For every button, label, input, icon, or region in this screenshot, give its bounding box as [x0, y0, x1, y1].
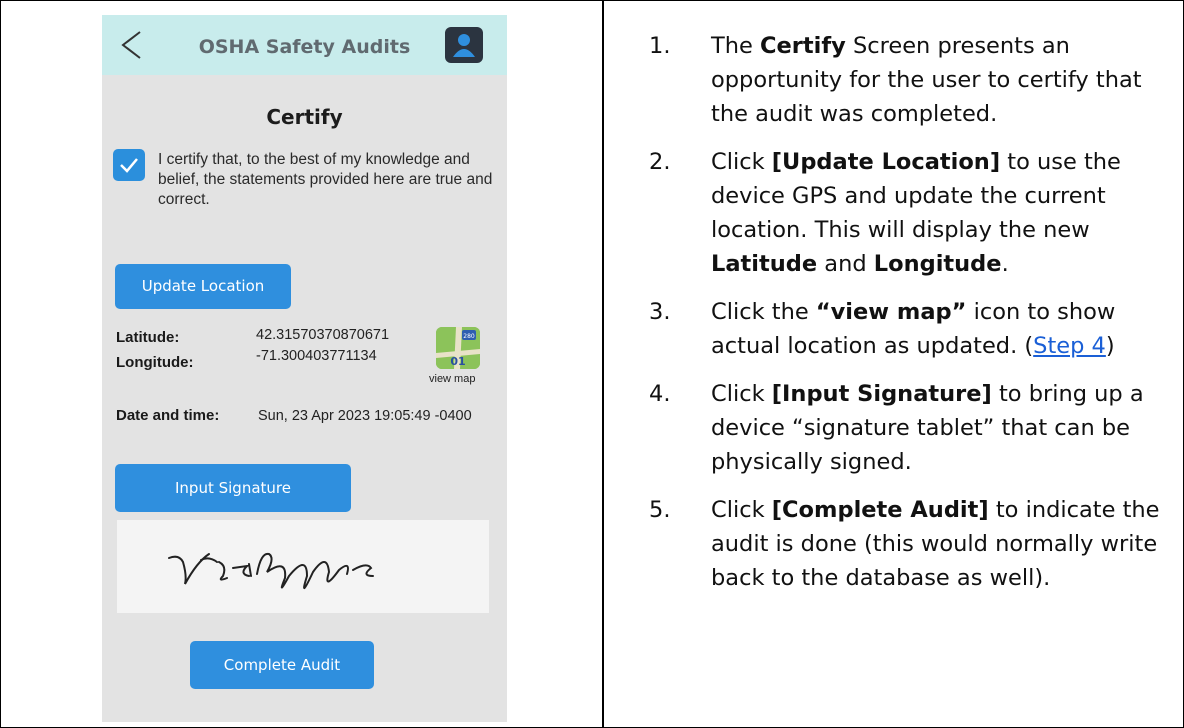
map-badge-text: 280 — [463, 333, 475, 340]
step-text: and — [817, 251, 874, 277]
table-cell-divider — [602, 0, 604, 728]
step-text-bold: Certify — [760, 33, 846, 59]
longitude-label: Longitude: — [116, 354, 194, 371]
instruction-step: 4. Click [Input Signature] to bring up a… — [649, 377, 1179, 479]
step-number: 1. — [649, 33, 671, 59]
step-text: The — [711, 33, 760, 59]
handwritten-signature — [168, 552, 374, 589]
user-profile-icon[interactable] — [445, 27, 483, 63]
screen-title: Certify — [266, 105, 343, 129]
instruction-step: 3. Click the “view map” icon to show act… — [649, 295, 1179, 363]
instruction-step: 5. Click [Complete Audit] to indicate th… — [649, 493, 1179, 595]
step-text: . — [1001, 251, 1009, 277]
app-header: OSHA Safety Audits — [102, 15, 507, 75]
view-map-icon[interactable]: 280 01 — [436, 327, 480, 369]
step-text: ) — [1105, 333, 1115, 359]
step-text-bold: [Update Location] — [771, 149, 1001, 175]
map-number-text: 01 — [450, 355, 465, 368]
step-text: Click — [711, 497, 772, 523]
step-text: Click — [711, 381, 772, 407]
instruction-steps: 1. The Certify Screen presents an opport… — [649, 29, 1179, 609]
step-4-link[interactable]: Step 4 — [1033, 333, 1106, 359]
step-number: 2. — [649, 149, 671, 175]
phone-screenshot: OSHA Safety Audits Certify I certify tha… — [102, 15, 507, 722]
latitude-value: 42.31570370870671 — [256, 327, 390, 343]
complete-audit-button[interactable]: Complete Audit — [190, 641, 374, 689]
input-signature-button[interactable]: Input Signature — [115, 464, 351, 512]
step-text-bold: [Complete Audit] — [771, 497, 989, 523]
certify-statement: I certify that, to the best of my knowle… — [158, 151, 493, 208]
step-text: Click the — [711, 299, 816, 325]
step-text-bold: [Input Signature] — [771, 381, 992, 407]
certify-checkbox[interactable] — [113, 149, 145, 181]
step-text-bold: “view map” — [815, 299, 967, 325]
checkmark-icon — [120, 158, 138, 173]
update-location-button[interactable]: Update Location — [115, 264, 291, 309]
step-number: 5. — [649, 497, 671, 523]
view-map-caption[interactable]: view map — [429, 373, 475, 385]
signature-pad[interactable] — [117, 520, 489, 613]
instruction-step: 2. Click [Update Location] to use the de… — [649, 145, 1179, 281]
longitude-value: -71.300403771134 — [256, 348, 377, 364]
datetime-label: Date and time: — [116, 407, 220, 424]
step-number: 4. — [649, 381, 671, 407]
instruction-step: 1. The Certify Screen presents an opport… — [649, 29, 1179, 131]
step-text-bold: Latitude — [711, 251, 818, 277]
step-number: 3. — [649, 299, 671, 325]
step-text: Click — [711, 149, 772, 175]
step-text-bold: Longitude — [873, 251, 1002, 277]
datetime-value: Sun, 23 Apr 2023 19:05:49 -0400 — [258, 408, 472, 424]
latitude-label: Latitude: — [116, 329, 180, 346]
